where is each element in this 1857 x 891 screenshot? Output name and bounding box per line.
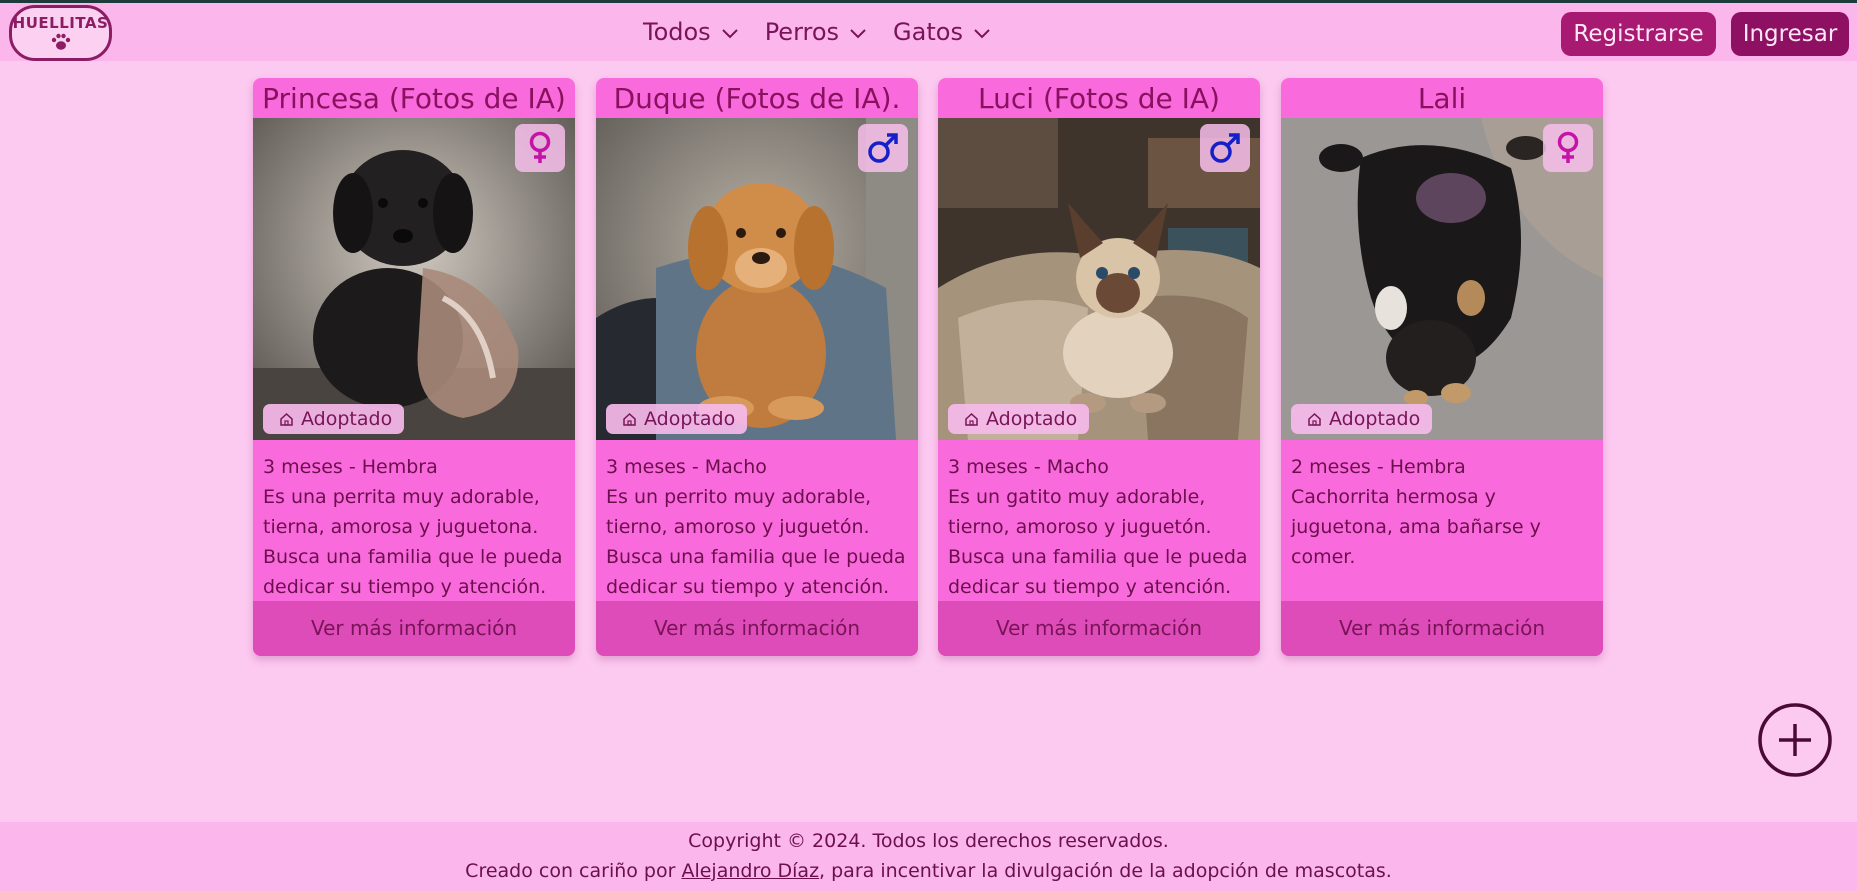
- pet-photo[interactable]: Adoptado: [1281, 118, 1603, 440]
- credits-prefix: Creado con cariño por: [465, 860, 682, 882]
- pet-description: Es un perrito muy adorable, tierno, amor…: [606, 486, 906, 598]
- more-info-button[interactable]: Ver más información: [596, 601, 918, 656]
- nav-gatos[interactable]: Gatos: [893, 18, 991, 46]
- credits-suffix: , para incentivar la divulgación de la a…: [819, 860, 1392, 882]
- status-label: Adoptado: [644, 408, 736, 430]
- pet-details: 3 meses - Macho Es un perrito muy adorab…: [596, 440, 918, 600]
- nav-todos-label: Todos: [643, 18, 711, 46]
- pet-age-sex: 3 meses - Macho: [948, 456, 1109, 478]
- pet-card: Duque (Fotos de IA). Adoptado 3 meses - …: [596, 78, 918, 656]
- pet-details: 3 meses - Hembra Es una perrita muy ador…: [253, 440, 575, 600]
- footer: Copyright © 2024. Todos los derechos res…: [0, 822, 1857, 891]
- gender-badge: [1543, 124, 1593, 172]
- status-badge: Adoptado: [263, 404, 405, 434]
- gender-badge: [1200, 124, 1250, 172]
- pet-age-sex: 2 meses - Hembra: [1291, 456, 1466, 478]
- pet-name: Princesa (Fotos de IA): [262, 82, 566, 115]
- pet-photo[interactable]: Adoptado: [596, 118, 918, 440]
- logo[interactable]: HUELLITAS: [9, 5, 112, 61]
- login-button[interactable]: Ingresar: [1731, 12, 1849, 56]
- female-icon: [529, 131, 551, 163]
- home-icon: [965, 412, 978, 426]
- pet-photo[interactable]: Adoptado: [253, 118, 575, 440]
- more-info-button[interactable]: Ver más información: [938, 601, 1260, 656]
- paw-icon: [51, 33, 70, 50]
- pet-description: Cachorrita hermosa y juguetona, ama baña…: [1291, 486, 1541, 568]
- plus-circle-icon[interactable]: [1758, 703, 1832, 777]
- home-icon: [1308, 412, 1321, 426]
- pet-age-sex: 3 meses - Macho: [606, 456, 767, 478]
- register-button[interactable]: Registrarse: [1561, 12, 1716, 56]
- gender-badge: [858, 124, 908, 172]
- pet-photo[interactable]: Adoptado: [938, 118, 1260, 440]
- chevron-down-icon: [850, 29, 866, 39]
- nav-perros[interactable]: Perros: [765, 18, 867, 46]
- pet-age-sex: 3 meses - Hembra: [263, 456, 438, 478]
- pet-details: 2 meses - Hembra Cachorrita hermosa y ju…: [1281, 440, 1603, 600]
- more-info-button[interactable]: Ver más información: [1281, 601, 1603, 656]
- status-badge: Adoptado: [606, 404, 748, 434]
- male-icon: [868, 133, 898, 163]
- logo-text: HUELLITAS: [12, 14, 109, 32]
- copyright-text: Copyright © 2024. Todos los derechos res…: [688, 830, 1169, 852]
- status-badge: Adoptado: [948, 404, 1090, 434]
- male-icon: [1210, 133, 1240, 163]
- pet-card: Princesa (Fotos de IA) Adoptado 3 meses …: [253, 78, 575, 656]
- home-icon: [623, 412, 636, 426]
- gender-badge: [515, 124, 565, 172]
- more-info-button[interactable]: Ver más información: [253, 601, 575, 656]
- pet-name: Duque (Fotos de IA).: [613, 82, 901, 115]
- pet-description: Es un gatito muy adorable, tierno, amoro…: [948, 486, 1248, 598]
- pet-description: Es una perrita muy adorable, tierna, amo…: [263, 486, 563, 598]
- status-badge: Adoptado: [1291, 404, 1433, 434]
- nav-perros-label: Perros: [764, 18, 840, 46]
- chevron-down-icon: [974, 29, 990, 39]
- main-nav: Todos Perros Gatos: [643, 18, 991, 46]
- pet-card: Luci (Fotos de IA) Adoptado 3 meses - Ma…: [938, 78, 1260, 656]
- female-icon: [1557, 131, 1579, 163]
- nav-gatos-label: Gatos: [893, 18, 963, 46]
- status-label: Adoptado: [301, 408, 393, 430]
- chevron-down-icon: [721, 29, 738, 39]
- pet-name: Luci (Fotos de IA): [978, 82, 1220, 115]
- pet-details: 3 meses - Macho Es un gatito muy adorabl…: [938, 440, 1260, 600]
- pet-name: Lali: [1417, 82, 1467, 115]
- author-link[interactable]: Alejandro Díaz: [681, 860, 819, 882]
- navbar: HUELLITAS Todos Perros Gatos Registrarse…: [0, 3, 1857, 61]
- credits-text: Creado con cariño por Alejandro Díaz, pa…: [0, 860, 1857, 882]
- status-label: Adoptado: [986, 408, 1078, 430]
- nav-todos[interactable]: Todos: [643, 18, 739, 46]
- home-icon: [280, 412, 293, 426]
- status-label: Adoptado: [1329, 408, 1421, 430]
- pet-card: Lali Adoptado 2 meses - Hembra Cachorrit…: [1281, 78, 1603, 656]
